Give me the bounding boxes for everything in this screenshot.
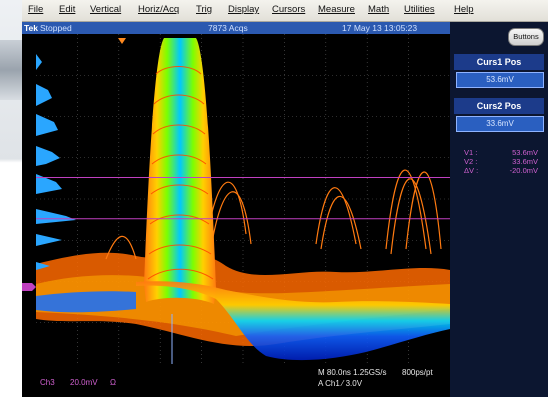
buttons-button[interactable]: Buttons [508, 28, 544, 46]
waveform-display[interactable] [36, 34, 450, 364]
readout-v1: V1 : 53.6mV [464, 148, 538, 157]
trigger-readout[interactable]: A Ch1 ⁄ 3.0V [318, 379, 362, 389]
menu-trig[interactable]: Trig [196, 4, 212, 15]
menu-math[interactable]: Math [368, 4, 389, 15]
brand-label: Tek [24, 23, 39, 33]
menu-help[interactable]: Help [454, 4, 474, 15]
channel-label[interactable]: Ch3 [40, 378, 55, 388]
status-bar: Tek Stopped 7873 Acqs 17 May 13 13:05:23 [22, 22, 450, 34]
date-time: 17 May 13 13:05:23 [342, 23, 418, 33]
acq-state: Stopped [40, 23, 72, 33]
curs2-pos-label[interactable]: Curs2 Pos [454, 98, 544, 114]
menu-file[interactable]: File [28, 4, 43, 15]
desktop-background [0, 0, 22, 397]
menu-measure[interactable]: Measure [318, 4, 355, 15]
desktop-edge [0, 40, 22, 100]
timebase-readout[interactable]: M 80.0ns 1.25GS/s [318, 368, 386, 378]
menu-display[interactable]: Display [228, 4, 259, 15]
curs2-pos-value[interactable]: 33.6mV [456, 116, 544, 132]
channel-ground-marker[interactable] [22, 283, 36, 291]
baseline-band [36, 291, 136, 313]
side-panel: Buttons Curs1 Pos 53.6mV Curs2 Pos 33.6m… [450, 22, 548, 397]
curs1-pos-value[interactable]: 53.6mV [456, 72, 544, 88]
menu-cursors[interactable]: Cursors [272, 4, 305, 15]
readout-v2: V2 : 33.6mV [464, 157, 538, 166]
curs1-pos-label[interactable]: Curs1 Pos [454, 54, 544, 70]
menu-utilities[interactable]: Utilities [404, 4, 435, 15]
scope-window: File Edit Vertical Horiz/Acq Trig Displa… [22, 0, 548, 397]
input-impedance: Ω [110, 378, 116, 387]
vertical-scale[interactable]: 20.0mV [70, 378, 98, 388]
menu-edit[interactable]: Edit [59, 4, 75, 15]
readout-bar: Ch3 20.0mV Ω M 80.0ns 1.25GS/s 800ps/pt … [22, 364, 450, 397]
acq-count: 7873 Acqs [208, 23, 248, 33]
menu-horiz-acq[interactable]: Horiz/Acq [138, 4, 179, 15]
menu-bar: File Edit Vertical Horiz/Acq Trig Displa… [22, 0, 548, 22]
readout-delta-v: ΔV : -20.0mV [464, 166, 538, 175]
menu-vertical[interactable]: Vertical [90, 4, 121, 15]
resolution-readout: 800ps/pt [402, 368, 433, 377]
